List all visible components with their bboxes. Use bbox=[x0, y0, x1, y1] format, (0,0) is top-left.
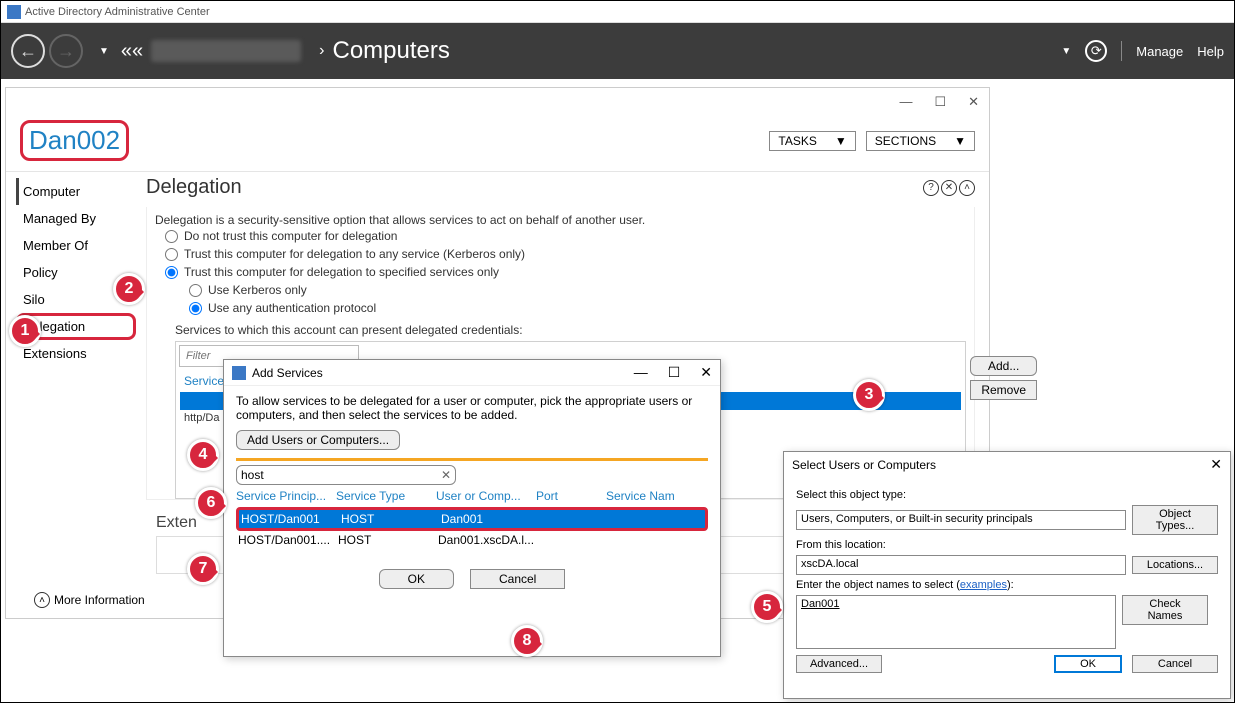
remove-button[interactable]: Remove bbox=[970, 380, 1037, 400]
callout-1: 1 bbox=[9, 315, 41, 347]
ribbon-separator bbox=[1121, 41, 1122, 61]
panel-title: Delegation bbox=[146, 176, 242, 199]
callout-2: 2 bbox=[113, 273, 145, 305]
forward-button[interactable]: → bbox=[49, 34, 83, 68]
check-names-button[interactable]: Check Names bbox=[1122, 595, 1208, 625]
service-row-selected[interactable]: HOST/Dan001HOSTDan001 bbox=[236, 507, 708, 531]
services-label: Services to which this account can prese… bbox=[155, 317, 966, 341]
advanced-button[interactable]: Advanced... bbox=[796, 655, 882, 673]
property-sidebar: Computer Managed By Member Of Policy Sil… bbox=[6, 172, 136, 588]
callout-7: 7 bbox=[187, 553, 219, 585]
callout-3: 3 bbox=[853, 379, 885, 411]
add-button[interactable]: Add... bbox=[970, 356, 1037, 376]
object-names-label: Enter the object names to select (exampl… bbox=[796, 579, 1218, 591]
select-users-title: Select Users or Computers bbox=[792, 458, 936, 472]
dialog-close[interactable]: ✕ bbox=[700, 364, 712, 381]
object-types-button[interactable]: Object Types... bbox=[1132, 505, 1218, 535]
app-title: Active Directory Administrative Center bbox=[25, 6, 210, 18]
col-user-or-computer[interactable]: User or Comp... bbox=[436, 489, 536, 503]
refresh-icon[interactable]: ⟳ bbox=[1085, 40, 1107, 62]
radio-trust-any[interactable]: Trust this computer for delegation to an… bbox=[155, 245, 966, 263]
breadcrumb-chevrons: «« bbox=[121, 40, 143, 63]
object-type-label: Select this object type: bbox=[796, 489, 1218, 501]
back-button[interactable]: ← bbox=[11, 34, 45, 68]
locations-button[interactable]: Locations... bbox=[1132, 556, 1218, 574]
clear-search-icon[interactable]: ✕ bbox=[441, 468, 451, 482]
radio-no-trust[interactable]: Do not trust this computer for delegatio… bbox=[155, 227, 966, 245]
breadcrumb-separator: › bbox=[319, 42, 324, 60]
object-type-field: Users, Computers, or Built-in security p… bbox=[796, 510, 1126, 530]
maximize-button[interactable]: ☐ bbox=[934, 94, 946, 110]
radio-kerberos-only[interactable]: Use Kerberos only bbox=[155, 281, 966, 299]
navigation-ribbon: ← → ▼ «« › Computers ▼ ⟳ Manage Help bbox=[1, 23, 1234, 79]
object-names-input[interactable]: Dan001 bbox=[796, 595, 1116, 649]
examples-link[interactable]: examples bbox=[960, 579, 1007, 591]
col-service-principal[interactable]: Service Princip... bbox=[236, 489, 336, 503]
panel-title-row: Delegation ? ✕ ˄ bbox=[146, 176, 975, 199]
property-window-controls: — ☐ ✕ bbox=[6, 88, 989, 116]
col-port[interactable]: Port bbox=[536, 489, 606, 503]
select-users-dialog: Select Users or Computers ✕ Select this … bbox=[783, 451, 1231, 699]
close-button[interactable]: ✕ bbox=[968, 94, 979, 110]
breadcrumb-domain-blurred bbox=[151, 40, 301, 62]
help-icon[interactable]: ? bbox=[923, 180, 939, 196]
sidebar-item-computer[interactable]: Computer bbox=[16, 178, 136, 205]
sidebar-item-managed-by[interactable]: Managed By bbox=[16, 205, 136, 232]
col-service-type[interactable]: Service Type bbox=[336, 489, 436, 503]
radio-trust-specified[interactable]: Trust this computer for delegation to sp… bbox=[155, 263, 966, 281]
more-information-toggle[interactable]: ˄ More Information bbox=[34, 592, 145, 608]
add-services-dialog: Add Services — ☐ ✕ To allow services to … bbox=[223, 359, 721, 657]
chevron-up-icon: ˄ bbox=[34, 592, 50, 608]
service-search-input[interactable]: host ✕ bbox=[236, 465, 456, 485]
dialog-icon bbox=[232, 366, 246, 380]
callout-6: 6 bbox=[195, 487, 227, 519]
breadcrumb-location: Computers bbox=[332, 37, 449, 65]
select-users-cancel-button[interactable]: Cancel bbox=[1132, 655, 1218, 673]
callout-4: 4 bbox=[187, 439, 219, 471]
app-titlebar: Active Directory Administrative Center bbox=[1, 1, 1234, 23]
history-dropdown[interactable]: ▼ bbox=[99, 46, 109, 57]
location-field: xscDA.local bbox=[796, 555, 1126, 575]
location-label: From this location: bbox=[796, 539, 1218, 551]
ok-button[interactable]: OK bbox=[379, 569, 454, 589]
close-panel-icon[interactable]: ✕ bbox=[941, 180, 957, 196]
add-services-description: To allow services to be delegated for a … bbox=[236, 394, 708, 422]
add-services-title: Add Services bbox=[252, 366, 323, 380]
dialog-minimize[interactable]: — bbox=[634, 364, 648, 381]
minimize-button[interactable]: — bbox=[899, 94, 912, 110]
help-menu[interactable]: Help bbox=[1197, 44, 1224, 59]
collapse-panel-icon[interactable]: ˄ bbox=[959, 180, 975, 196]
dialog-close-icon[interactable]: ✕ bbox=[1210, 456, 1222, 473]
sections-dropdown[interactable]: SECTIONS▼ bbox=[866, 131, 975, 151]
select-users-ok-button[interactable]: OK bbox=[1054, 655, 1122, 673]
app-icon bbox=[7, 5, 21, 19]
callout-8: 8 bbox=[511, 625, 543, 657]
manage-menu[interactable]: Manage bbox=[1136, 44, 1183, 59]
object-name: Dan002 bbox=[20, 120, 129, 161]
dialog-maximize[interactable]: ☐ bbox=[668, 364, 681, 381]
col-service-name[interactable]: Service Nam bbox=[606, 489, 686, 503]
add-users-or-computers-button[interactable]: Add Users or Computers... bbox=[236, 430, 400, 450]
callout-5: 5 bbox=[751, 591, 783, 623]
location-dropdown-icon[interactable]: ▼ bbox=[1061, 46, 1071, 57]
progress-bar bbox=[236, 458, 708, 461]
sidebar-item-member-of[interactable]: Member Of bbox=[16, 232, 136, 259]
delegation-description: Delegation is a security-sensitive optio… bbox=[155, 213, 966, 227]
tasks-dropdown[interactable]: TASKS▼ bbox=[769, 131, 855, 151]
radio-any-protocol[interactable]: Use any authentication protocol bbox=[155, 299, 966, 317]
service-row[interactable]: HOST/Dan001....HOSTDan001.xscDA.l... bbox=[236, 531, 708, 549]
cancel-button[interactable]: Cancel bbox=[470, 569, 565, 589]
